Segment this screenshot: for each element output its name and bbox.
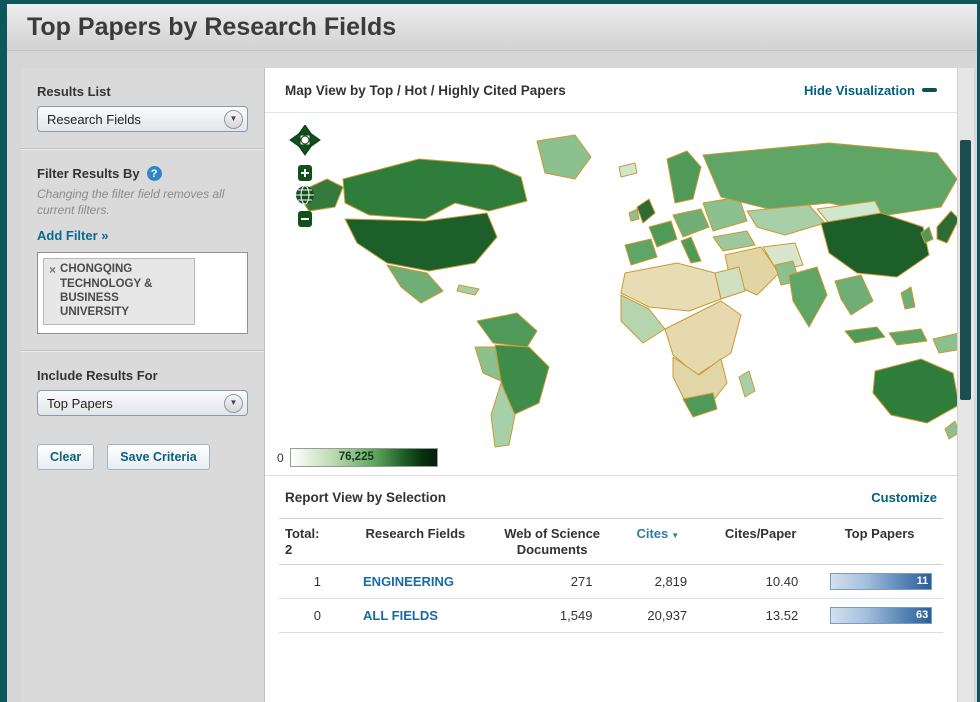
field-link-engineering[interactable]: ENGINEERING xyxy=(363,574,454,589)
include-results-select[interactable]: Top Papers ▼ xyxy=(37,390,248,417)
legend-max-label: 76,225 xyxy=(338,451,374,463)
cites-value: 2,819 xyxy=(610,564,706,600)
scrollbar[interactable] xyxy=(957,68,974,702)
map-view-title: Map View by Top / Hot / Highly Cited Pap… xyxy=(285,82,566,98)
scrollbar-thumb[interactable] xyxy=(960,140,971,400)
row-rank: 1 xyxy=(279,564,338,600)
column-wos-documents: Web of Science Documents xyxy=(493,517,611,566)
hide-visualization-link[interactable]: Hide Visualization xyxy=(804,83,937,98)
cites-value: 20,937 xyxy=(610,598,706,634)
world-map[interactable]: 0 76,225 xyxy=(265,113,957,476)
column-top-papers: Top Papers xyxy=(816,517,943,566)
column-cites-label: Cites xyxy=(636,526,669,541)
chevron-down-icon[interactable]: ▼ xyxy=(224,393,243,413)
wos-documents-value: 1,549 xyxy=(493,598,611,634)
pan-control-icon xyxy=(289,124,321,156)
main-panel: Map View by Top / Hot / Highly Cited Pap… xyxy=(265,68,957,702)
remove-filter-icon[interactable]: × xyxy=(49,263,56,277)
clear-button[interactable]: Clear xyxy=(37,444,95,471)
results-list-label: Results List xyxy=(37,84,111,99)
globe-icon xyxy=(296,185,314,205)
world-map-svg xyxy=(296,134,957,448)
legend-min-label: 0 xyxy=(277,450,284,465)
include-results-value: Top Papers xyxy=(47,395,113,411)
top-papers-value: 11 xyxy=(916,575,929,588)
cites-sort-header[interactable]: Cites ▼ xyxy=(610,517,706,566)
total-header: Total: 2 xyxy=(279,517,338,566)
sort-desc-icon: ▼ xyxy=(671,531,680,540)
filter-note: Changing the filter field removes all cu… xyxy=(37,187,225,217)
customize-link[interactable]: Customize xyxy=(871,490,937,505)
filter-tag-label: CHONGQING TECHNOLOGY & BUSINESS UNIVERSI… xyxy=(60,263,153,319)
page-header: Top Papers by Research Fields xyxy=(7,4,977,51)
map-legend: 0 76,225 xyxy=(277,448,438,467)
collapse-icon xyxy=(922,88,937,92)
save-criteria-button[interactable]: Save Criteria xyxy=(107,444,210,471)
wos-documents-value: 271 xyxy=(493,564,611,600)
column-research-fields: Research Fields xyxy=(337,517,494,566)
include-results-label: Include Results For xyxy=(37,368,158,384)
column-cites-per-paper: Cites/Paper xyxy=(705,517,817,566)
results-list-value: Research Fields xyxy=(47,111,141,127)
field-link-all-fields[interactable]: ALL FIELDS xyxy=(363,608,438,623)
total-value: 2 xyxy=(285,541,293,557)
top-papers-bar: 63 xyxy=(830,607,933,625)
report-view-header: Report View by Selection Customize xyxy=(265,476,957,518)
content: Results List Research Fields ▼ Filter Re… xyxy=(14,68,974,702)
cites-per-paper-value: 10.40 xyxy=(705,564,817,600)
page-title: Top Papers by Research Fields xyxy=(27,12,397,41)
filter-box: × CHONGQING TECHNOLOGY & BUSINESS UNIVER… xyxy=(37,252,248,335)
sidebar-divider xyxy=(21,350,264,353)
filter-results-label: Filter Results By xyxy=(37,166,140,181)
hide-visualization-label: Hide Visualization xyxy=(803,82,915,98)
top-papers-bar: 11 xyxy=(830,573,933,591)
add-filter-link[interactable]: Add Filter » xyxy=(37,228,109,243)
chevron-down-icon[interactable]: ▼ xyxy=(224,109,243,129)
report-view-title: Report View by Selection xyxy=(285,489,447,505)
row-rank: 0 xyxy=(279,598,338,634)
map-view-header: Map View by Top / Hot / Highly Cited Pap… xyxy=(265,68,957,113)
report-table: Total: 2 Research Fields Web of Science … xyxy=(279,517,943,634)
map-zoom-controls[interactable] xyxy=(289,124,321,262)
legend-gradient-bar: 76,225 xyxy=(289,448,438,467)
table-header-row: Total: 2 Research Fields Web of Science … xyxy=(279,517,943,566)
results-list-select[interactable]: Research Fields ▼ xyxy=(37,106,248,132)
table-row: 1 ENGINEERING 271 2,819 10.40 11 xyxy=(279,564,943,600)
help-icon[interactable]: ? xyxy=(146,166,162,181)
zoom-out-icon xyxy=(298,211,312,227)
application-window: Top Papers by Research Fields Results Li… xyxy=(0,0,980,702)
sidebar-divider xyxy=(21,148,264,150)
table-row: 0 ALL FIELDS 1,549 20,937 13.52 63 xyxy=(279,598,943,634)
filter-tag[interactable]: × CHONGQING TECHNOLOGY & BUSINESS UNIVER… xyxy=(43,258,195,325)
cites-per-paper-value: 13.52 xyxy=(705,598,817,634)
zoom-in-icon xyxy=(298,165,312,181)
top-papers-value: 63 xyxy=(915,609,929,622)
sidebar: Results List Research Fields ▼ Filter Re… xyxy=(21,68,265,702)
total-label: Total: xyxy=(285,526,320,541)
